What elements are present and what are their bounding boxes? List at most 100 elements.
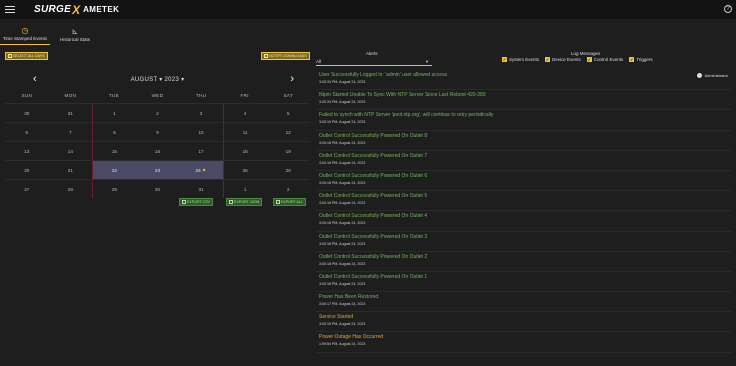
warning-icon: ▲ [201, 167, 207, 173]
event-timestamp: 3:00:18 PM, August 24, 2023 [319, 281, 366, 286]
event-row[interactable]: Outlet Control Successfully Powered On O… [316, 252, 732, 272]
select-all-days-label: SELECT ALL DAYS [13, 54, 45, 58]
checkbox-checked-icon: ✓ [502, 57, 507, 62]
event-row[interactable]: Outlet Control Successfully Powered On O… [316, 191, 732, 212]
calendar-day[interactable]: 23 [135, 160, 180, 179]
event-row[interactable]: Outlet Control Successfully Powered On O… [316, 151, 732, 171]
filter-device-events[interactable]: ✓ Device Events [545, 57, 581, 62]
event-row[interactable]: Outlet Control Successfully Powered On O… [316, 272, 732, 293]
calendar-day[interactable]: 2 [135, 103, 180, 122]
event-message: Outlet Control Successfully Powered On O… [319, 233, 428, 240]
calendar-day[interactable]: 1 [222, 179, 267, 198]
export-all-label: EXPORT ALL [281, 200, 303, 204]
calendar-day[interactable]: 31 [48, 103, 93, 122]
calendar-day[interactable]: 30 [5, 103, 49, 122]
calendar-day[interactable]: 7 [48, 122, 93, 141]
event-row[interactable]: Power Outage Has Occurred 1:59:54 PM, Aug… [316, 332, 732, 353]
day-number: 11 [242, 129, 248, 135]
day-number: 28 [67, 186, 73, 192]
calendar-day[interactable]: 31 [179, 179, 223, 198]
select-all-days-button[interactable]: SELECT ALL DAYS [5, 52, 48, 60]
event-row[interactable]: Outlet Control Successfully Powered On O… [316, 232, 732, 252]
export-all-button[interactable]: EXPORT ALL [273, 198, 306, 206]
event-row[interactable]: Service Started 3:00:15 PM, August 24, 20… [316, 312, 732, 333]
calendar-day[interactable]: 1 [92, 103, 136, 122]
help-icon[interactable]: ? [724, 5, 732, 13]
alerts-select[interactable]: All ▼ [316, 57, 432, 66]
calendar-day[interactable]: 11 [222, 122, 267, 141]
weekday-header: MON [64, 93, 77, 98]
tab-time-stamped-events[interactable]: ◷ Time Stamped Events [0, 20, 50, 45]
calendar-day[interactable]: 5 [266, 103, 310, 122]
weekday-header: SAT [283, 93, 293, 98]
filter-control-events[interactable]: ✓ Control Events [586, 57, 624, 62]
event-row[interactable]: Power Has Been Restored 3:00:17 PM, Augus… [316, 292, 732, 313]
day-number: 16 [154, 148, 161, 154]
month-year-selector[interactable]: AUGUST ▾ 2023 ▾ [131, 76, 185, 83]
calendar-day[interactable]: 30 [135, 179, 180, 198]
calendar-day[interactable]: 8 [92, 122, 136, 141]
filter-system-events[interactable]: ✓ System Events [502, 57, 539, 62]
event-message: Failed to synch with NTP Server 'pool.nt… [319, 112, 494, 119]
weekday-header: TUE [108, 93, 119, 98]
logo-x: X [72, 2, 81, 17]
tab-label: Time Stamped Events [2, 36, 48, 41]
event-row[interactable]: Outlet Control Successfully Powered On O… [316, 131, 732, 151]
calendar-day[interactable]: 26 [266, 160, 310, 179]
calendar-day[interactable]: 16 [135, 141, 180, 160]
event-list: User Successfully Logged In: 'admin' use… [316, 70, 732, 353]
calendar-day[interactable]: 27 [5, 179, 49, 198]
calendar-day[interactable]: 21 [48, 160, 93, 179]
weekday-header: WED [151, 93, 164, 98]
calendar-day[interactable]: 19 [266, 141, 310, 160]
calendar-day[interactable]: 9 [135, 122, 180, 141]
calendar-day[interactable]: 2 [266, 179, 310, 198]
day-number: 2 [286, 186, 290, 192]
calendar-day[interactable]: 24 ▲ [179, 160, 223, 179]
calendar-grid: SUN MON TUE WED THU FRI SAT 30 31 1 2 3 4 5 6 7 8 9 10 11 12… [5, 88, 310, 198]
calendar-day[interactable]: 10 [179, 122, 223, 141]
day-number: 30 [24, 110, 30, 116]
calendar-day[interactable]: 29 [92, 179, 136, 198]
calendar-day[interactable]: 12 [266, 122, 310, 141]
calendar-day[interactable]: 4 [222, 103, 267, 122]
log-messages-filters: ✓ System Events ✓ Device Events ✓ Control E… [502, 57, 653, 62]
calendar-day[interactable]: 18 [222, 141, 267, 160]
alerts-value: All [316, 58, 322, 64]
calendar-day[interactable]: 17 [179, 141, 223, 160]
event-message: Outlet Control Successfully Powered On O… [319, 152, 428, 159]
calendar-day[interactable]: 25 [222, 160, 267, 179]
next-month-button[interactable]: › [290, 71, 294, 87]
export-json-button[interactable]: EXPORT JSON [226, 198, 263, 206]
event-message: Service Started [319, 314, 354, 321]
event-message: Outlet Control Successfully Powered On O… [319, 132, 428, 139]
event-row[interactable]: Failed to synch with NTP Server 'pool.nt… [316, 110, 732, 131]
calendar-day[interactable]: 20 [5, 160, 49, 179]
event-row[interactable]: Outlet Control Successfully Powered On O… [316, 171, 732, 192]
export-json-label: EXPORT JSON [234, 200, 260, 204]
calendar-day[interactable]: 28 [48, 179, 93, 198]
calendar-day[interactable]: 22 [92, 160, 136, 179]
calendar-day[interactable]: 15 [92, 141, 136, 160]
calendar-day[interactable]: 3 [179, 103, 223, 122]
calendar-day[interactable]: 6 [5, 122, 49, 141]
filter-triggers[interactable]: ✓ Triggers [629, 57, 653, 62]
prev-month-button[interactable]: ‹ [33, 71, 37, 87]
event-message: User Successfully Logged In: 'admin' use… [319, 72, 448, 78]
notify-downloads-button[interactable]: NOTIFY DOWNLOADS [261, 52, 310, 60]
calendar-day[interactable]: 14 [48, 141, 93, 160]
event-row[interactable]: Outlet Control Successfully Powered On O… [316, 211, 732, 232]
event-message: Ntpm Started Unable To Sync With NTP Ser… [319, 92, 486, 99]
logo: SURGE X AMETEK [34, 3, 119, 17]
event-row[interactable]: Ntpm Started Unable To Sync With NTP Ser… [316, 90, 732, 111]
export-csv-button[interactable]: EXPORT CSV [179, 198, 214, 206]
filter-label: Control Events [593, 57, 624, 62]
tab-historical-stats[interactable]: ⊾ Historical Stats [50, 20, 100, 45]
logo-surge: SURGE [34, 4, 72, 15]
event-user: Administrator [697, 73, 728, 78]
weekday-header: SUN [21, 93, 33, 98]
calendar-day[interactable]: 13 [5, 141, 49, 160]
event-row[interactable]: User Successfully Logged In: 'admin' use… [316, 70, 732, 91]
day-number: 18 [242, 148, 248, 154]
menu-icon[interactable] [5, 5, 15, 14]
